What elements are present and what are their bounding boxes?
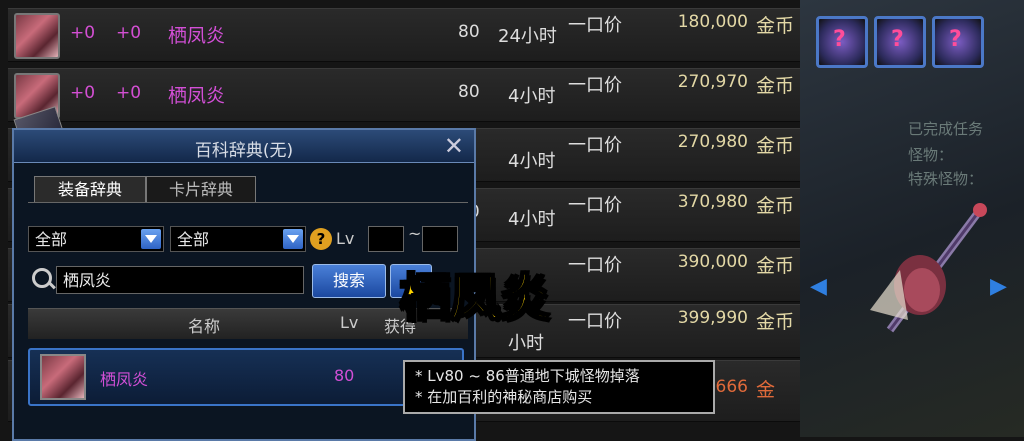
dialog-title: 百科辞典(无) [194,141,294,161]
close-icon[interactable]: ✕ [444,132,464,160]
currency: 金币 [756,15,795,37]
price: 370,980 [677,192,748,212]
column-level: Lv [340,313,359,332]
arrow-left-icon[interactable]: ◀ [810,274,827,299]
item-name: 栖凤炎 [168,25,226,47]
price: 270,980 [677,132,748,152]
overlay-caption: 栖凤炎 [399,268,551,328]
price-type: 一口价 [568,255,622,276]
time-left: 24小时 [498,26,557,47]
price-type: 一口价 [568,15,622,36]
amplify-value: +0 [116,83,142,103]
time-left: 4小时 [508,209,556,230]
result-item-level: 80 [334,366,355,385]
result-item-name: 栖凤炎 [100,370,149,389]
item-tooltip: * Lv80 ~ 86普通地下城怪物掉落 * 在加百利的神秘商店购买 [403,360,715,414]
time-left: 4小时 [508,86,556,107]
price: 390,000 [677,252,748,272]
level-min-input[interactable] [368,226,404,252]
currency: 金币 [756,311,795,333]
item-icon [14,13,60,59]
item-icon [40,354,86,400]
auction-row[interactable]: +0 +0 栖凤炎 80 24小时 一口价 180,000 金币 [8,8,800,62]
reward-panel: ? ? ? 已完成任务 怪物： 特殊怪物： ◀ ▶ [800,0,1024,437]
quest-status-text: 已完成任务 [908,120,984,138]
price: 180,000 [677,12,748,32]
auction-row[interactable]: +0 +0 栖凤炎 80 4小时 一口价 270,970 金币 [8,68,800,122]
chevron-down-icon[interactable] [141,229,161,249]
tab-divider [28,202,468,203]
chevron-down-icon[interactable] [283,229,303,249]
price-type: 一口价 [568,195,622,216]
monster-count-label: 怪物： [908,146,954,164]
item-name: 栖凤炎 [168,85,226,107]
price-type: 一口价 [568,311,622,332]
currency: 金 [756,379,776,401]
arrow-right-icon[interactable]: ▶ [990,274,1007,299]
item-level: 80 [458,82,480,102]
enhance-value: +0 [70,23,96,43]
item-level: 80 [458,22,480,42]
tab-cards[interactable]: 卡片辞典 [146,176,256,203]
tab-equipment[interactable]: 装备辞典 [34,176,146,203]
price-type: 一口价 [568,135,622,156]
level-max-input[interactable] [422,226,458,252]
currency: 金币 [756,75,795,97]
help-icon[interactable]: ? [310,228,332,250]
time-left: 小时 [508,333,544,354]
currency: 金币 [756,195,795,217]
table-row[interactable]: 栖凤炎 80 [28,348,464,406]
column-name: 名称 [188,317,221,336]
mystery-box-icon[interactable]: ? [816,16,868,68]
amplify-value: +0 [116,23,142,43]
weapon-image [870,203,987,333]
level-label: Lv [336,229,355,248]
category-select[interactable]: 全部 [28,226,164,252]
enhance-value: +0 [70,83,96,103]
tooltip-line: * Lv80 ~ 86普通地下城怪物掉落 [415,367,640,385]
special-monster-label: 特殊怪物： [908,170,984,188]
search-input[interactable]: 栖凤炎 [56,266,304,294]
subcategory-select[interactable]: 全部 [170,226,306,252]
time-left: 4小时 [508,151,556,172]
price: 399,990 [677,308,748,328]
mystery-box-icon[interactable]: ? [932,16,984,68]
price: 270,970 [677,72,748,92]
level-separator: ~ [408,224,422,243]
dialog-titlebar[interactable]: 百科辞典(无) ✕ [14,130,474,163]
price-type: 一口价 [568,75,622,96]
mystery-box-icon[interactable]: ? [874,16,926,68]
tooltip-line: * 在加百利的神秘商店购买 [415,388,593,406]
currency: 金币 [756,135,795,157]
currency: 金币 [756,255,795,277]
search-icon [32,268,52,288]
search-button[interactable]: 搜索 [312,264,386,298]
